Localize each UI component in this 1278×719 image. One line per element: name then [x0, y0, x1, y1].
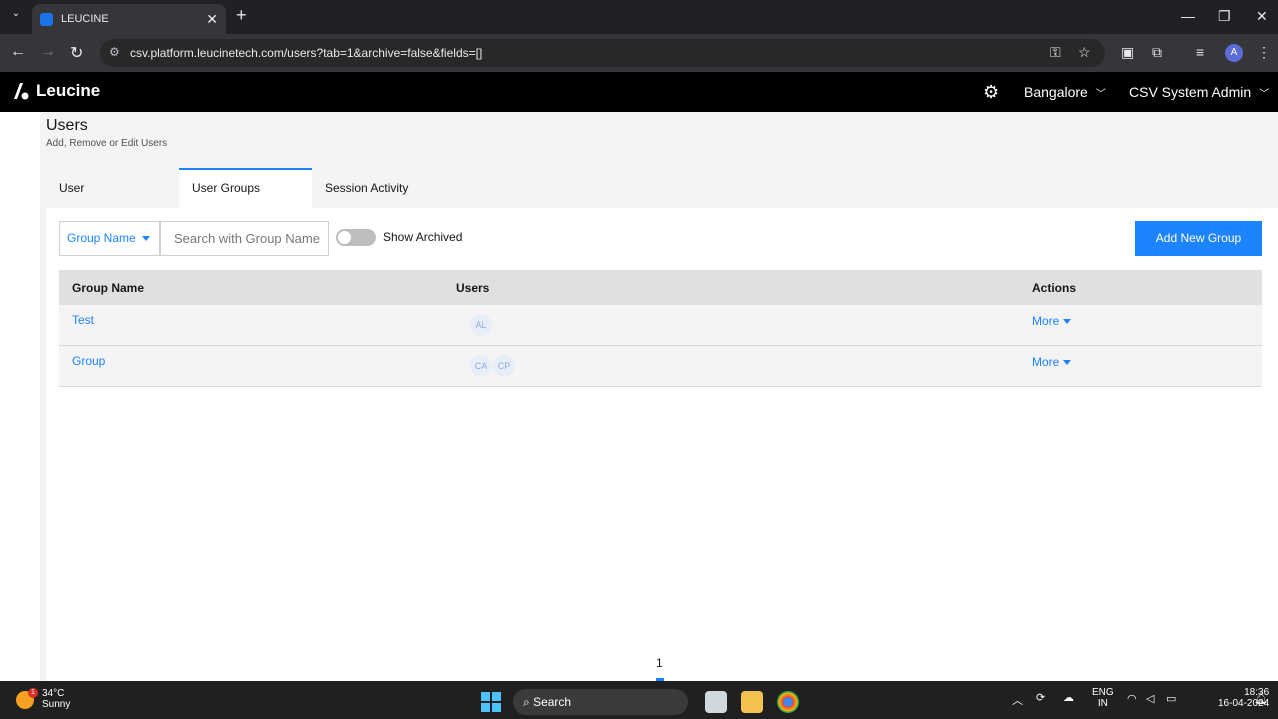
more-label: More — [1032, 355, 1060, 369]
volume-icon[interactable]: ◁ — [1146, 692, 1154, 705]
user-groups-panel: Group Name Search with Group Name Show A… — [46, 208, 1278, 681]
brand-logo[interactable]: Leucine — [12, 81, 100, 101]
wifi-icon[interactable]: ◠ — [1127, 692, 1137, 705]
filter-field-dropdown[interactable]: Group Name — [59, 221, 160, 256]
translate-icon[interactable]: ▣ — [1121, 44, 1134, 61]
profile-avatar[interactable]: A — [1225, 44, 1243, 62]
show-hidden-icons-icon[interactable]: ︿ — [1012, 692, 1023, 708]
user-avatars: AL — [470, 314, 493, 336]
browser-toolbar: ← → ↻ ⚙ csv.platform.leucinetech.com/use… — [0, 34, 1278, 72]
add-new-group-button[interactable]: Add New Group — [1135, 221, 1262, 256]
group-search-input[interactable]: Search with Group Name — [160, 221, 329, 256]
caret-down-icon — [141, 236, 150, 242]
temperature: 34°C — [42, 688, 65, 699]
tab-search-icon[interactable]: ⌄ — [6, 8, 26, 26]
browser-tab[interactable]: LEUCINE ✕ — [32, 4, 226, 34]
page-subtitle: Add, Remove or Edit Users — [46, 138, 168, 149]
caret-down-icon — [1063, 360, 1072, 366]
browser-tab-strip: ⌄ LEUCINE ✕ + — ❐ ✕ — [0, 0, 1278, 34]
taskbar-search[interactable]: ⌕ Search — [513, 689, 688, 715]
favicon-icon — [40, 12, 53, 26]
user-avatar[interactable]: CP — [493, 355, 515, 377]
task-view-icon[interactable] — [705, 691, 727, 713]
user-menu-dropdown[interactable]: CSV System Admin ﹀ — [1129, 84, 1269, 100]
site-info-icon[interactable]: ⚙ — [109, 45, 120, 59]
more-label: More — [1032, 314, 1060, 328]
toggle-knob — [338, 231, 351, 244]
taskbar-search-label: Search — [533, 695, 572, 709]
back-icon[interactable]: ← — [10, 43, 26, 61]
group-name-link[interactable]: Test — [72, 313, 94, 327]
minimize-icon[interactable]: — — [1181, 8, 1195, 24]
location-dropdown[interactable]: Bangalore ﹀ — [1024, 84, 1106, 100]
chrome-icon[interactable] — [777, 691, 799, 713]
user-avatar[interactable]: AL — [470, 314, 492, 336]
leucine-logo-icon — [14, 83, 29, 100]
header-actions: Actions — [1032, 281, 1077, 295]
user-role-label: CSV System Admin — [1129, 84, 1252, 100]
group-name-link[interactable]: Group — [72, 354, 105, 368]
tab-user-groups[interactable]: User Groups — [179, 168, 312, 208]
chevron-down-icon: ﹀ — [1095, 89, 1106, 100]
tab-user[interactable]: User — [46, 168, 179, 208]
header-group-name: Group Name — [72, 281, 145, 295]
new-tab-icon[interactable]: + — [236, 5, 247, 26]
chevron-down-icon: ﹀ — [1259, 89, 1270, 100]
file-explorer-icon[interactable] — [741, 691, 763, 713]
address-bar[interactable]: ⚙ csv.platform.leucinetech.com/users?tab… — [100, 39, 1105, 67]
app-header: Leucine ⚙ Bangalore ﹀ CSV System Admin ﹀ — [0, 72, 1278, 112]
notification-bell-icon[interactable]: 🔔︎ — [1254, 692, 1268, 705]
groups-table: Group Name Users Actions Test AL More Gr… — [59, 270, 1262, 387]
filter-field-label: Group Name — [67, 231, 136, 245]
browser-menu-icon[interactable]: ⋮ — [1257, 44, 1271, 61]
header-users: Users — [456, 281, 490, 295]
pagination: 1 — [656, 656, 664, 681]
url-text[interactable]: csv.platform.leucinetech.com/users?tab=1… — [130, 46, 482, 60]
page-tabs: User User Groups Session Activity — [46, 168, 445, 208]
page-number[interactable]: 1 — [656, 656, 663, 670]
location-label: Bangalore — [1024, 84, 1088, 100]
caret-down-icon — [1063, 319, 1072, 325]
table-header: Group Name Users Actions — [59, 270, 1262, 305]
browser-tab-title: LEUCINE — [61, 13, 109, 25]
settings-gear-icon[interactable]: ⚙ — [983, 82, 999, 103]
page-title: Users — [46, 117, 88, 134]
close-window-icon[interactable]: ✕ — [1256, 8, 1268, 25]
table-row: Group CA CP More — [59, 346, 1262, 387]
taskbar-apps: ⌕ Search — [481, 689, 806, 715]
brand-name: Leucine — [36, 81, 101, 100]
table-row: Test AL More — [59, 305, 1262, 346]
show-archived-toggle[interactable] — [336, 229, 376, 246]
language-indicator[interactable]: ENG IN — [1092, 687, 1114, 709]
more-actions-dropdown[interactable]: More — [1032, 314, 1072, 328]
media-controls-icon[interactable]: ≡ — [1196, 44, 1204, 60]
user-avatar[interactable]: CA — [470, 355, 492, 377]
bookmark-star-icon[interactable]: ☆ — [1078, 44, 1091, 61]
tab-session-activity[interactable]: Session Activity — [312, 168, 445, 208]
more-actions-dropdown[interactable]: More — [1032, 355, 1072, 369]
user-avatars: CA CP — [470, 355, 516, 377]
password-key-icon[interactable]: ⚿ — [1050, 44, 1061, 61]
sync-icon[interactable]: ⟳ — [1036, 691, 1045, 704]
windows-taskbar: 1 34°C Sunny ⌕ Search ︿ ⟳ ☁ ENG IN ◠ ◁ ▭… — [0, 681, 1278, 719]
region-code: IN — [1097, 698, 1108, 709]
weather-badge: 1 — [28, 688, 38, 698]
onedrive-cloud-icon[interactable]: ☁ — [1063, 691, 1074, 704]
close-tab-icon[interactable]: ✕ — [206, 11, 218, 28]
show-archived-label: Show Archived — [383, 230, 463, 244]
forward-icon[interactable]: → — [40, 43, 56, 61]
left-gutter — [0, 112, 40, 681]
language-code: ENG — [1092, 687, 1114, 698]
battery-icon[interactable]: ▭ — [1166, 692, 1176, 705]
main-content: Users Add, Remove or Edit Users User Use… — [0, 112, 1278, 681]
windows-start-icon[interactable] — [481, 692, 501, 712]
extensions-icon[interactable]: ⧉ — [1152, 44, 1162, 61]
reload-icon[interactable]: ↻ — [70, 43, 83, 63]
restore-icon[interactable]: ❐ — [1218, 8, 1231, 25]
weather-condition: Sunny — [42, 699, 71, 710]
